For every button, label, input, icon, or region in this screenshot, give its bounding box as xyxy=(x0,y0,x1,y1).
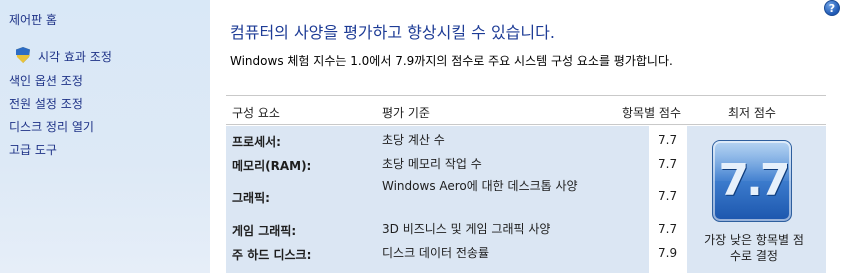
table-body: 프로세서: 초당 계산 수 7.7 메모리(RAM): 초당 메모리 작업 수 … xyxy=(226,126,826,273)
component-label: 프로세서: xyxy=(232,135,281,149)
column-header-base-score: 최저 점수 xyxy=(728,106,776,120)
subscore-value: 7.7 xyxy=(658,133,678,147)
table-header: 구성 요소 평가 기준 항목별 점수 최저 점수 xyxy=(226,95,826,125)
advanced-tools-link[interactable]: 고급 도구 xyxy=(9,141,57,158)
base-score-badge: 7.7 xyxy=(712,140,792,222)
component-label: 그래픽: xyxy=(232,191,270,205)
score-table: 구성 요소 평가 기준 항목별 점수 최저 점수 프로세서: 초당 계산 수 7… xyxy=(226,95,826,273)
component-label: 게임 그래픽: xyxy=(232,224,297,238)
adjust-power-settings-link[interactable]: 전원 설정 조정 xyxy=(9,95,83,112)
adjust-visual-effects-link[interactable]: 시각 효과 조정 xyxy=(16,47,112,65)
shield-icon xyxy=(16,47,30,63)
subscore-value: 7.7 xyxy=(658,157,678,171)
subscore-value: 7.7 xyxy=(658,189,678,203)
page-description: Windows 체험 지수는 1.0에서 7.9까지의 점수로 주요 시스템 구… xyxy=(230,54,673,68)
component-label: 주 하드 디스크: xyxy=(232,248,312,262)
help-icon[interactable]: ? xyxy=(824,0,840,16)
criteria-text: 3D 비즈니스 및 게임 그래픽 사양 xyxy=(382,222,551,236)
base-score-value: 7.7 xyxy=(718,155,791,206)
open-disk-cleanup-link[interactable]: 디스크 정리 열기 xyxy=(9,118,94,135)
criteria-text: 초당 메모리 작업 수 xyxy=(382,157,482,171)
column-header-criteria: 평가 기준 xyxy=(382,106,430,120)
subscore-value: 7.7 xyxy=(658,222,678,236)
column-header-subscore: 항목별 점수 xyxy=(622,106,682,120)
criteria-text: Windows Aero에 대한 데스크톱 사양 xyxy=(382,179,578,193)
sidebar-item-label: 시각 효과 조정 xyxy=(38,50,112,64)
criteria-text: 디스크 데이터 전송률 xyxy=(382,246,489,260)
component-label: 메모리(RAM): xyxy=(232,159,312,173)
criteria-text: 초당 계산 수 xyxy=(382,133,445,147)
page-title: 컴퓨터의 사양을 평가하고 향상시킬 수 있습니다. xyxy=(230,23,555,42)
control-panel-home-link[interactable]: 제어판 홈 xyxy=(9,11,57,28)
adjust-indexing-options-link[interactable]: 색인 옵션 조정 xyxy=(9,72,83,89)
subscore-value: 7.9 xyxy=(658,246,678,260)
main-content: ? 컴퓨터의 사양을 평가하고 향상시킬 수 있습니다. Windows 체험 … xyxy=(210,0,844,273)
column-header-component: 구성 요소 xyxy=(232,106,280,120)
base-score-caption: 가장 낮은 항목별 점수로 결정 xyxy=(704,233,804,263)
navigation-pane: 제어판 홈 시각 효과 조정 색인 옵션 조정 전원 설정 조정 디스크 정리 … xyxy=(0,0,210,273)
